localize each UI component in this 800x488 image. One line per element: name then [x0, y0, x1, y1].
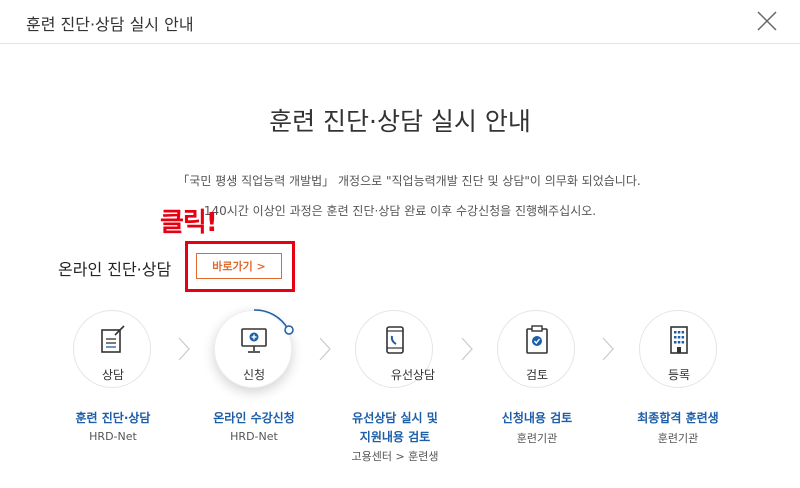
step-label: 등록	[667, 368, 691, 382]
description-line-2: 140시간 이상인 과정은 훈련 진단·상담 완료 이후 수강신청을 진행해주십…	[203, 204, 597, 218]
chevron-right-icon	[319, 337, 331, 361]
step-subtitle: 훈련기관	[657, 432, 699, 445]
close-icon[interactable]	[756, 10, 778, 32]
chevron-right-icon	[461, 337, 473, 361]
step-title-line-2: 지원내용 검토	[359, 430, 431, 444]
go-button[interactable]: 바로가기 >	[196, 253, 282, 279]
step-title: 신청내용 검토	[501, 411, 573, 425]
progress-arc	[253, 309, 294, 335]
step-title: 온라인 수강신청	[213, 411, 295, 425]
step-title: 유선상담 실시 및	[352, 411, 438, 425]
step-circle-consult: 상담	[73, 310, 151, 388]
step-label: 유선상담	[390, 368, 436, 382]
modal-title: 훈련 진단·상담 실시 안내	[26, 15, 194, 34]
step-circle-register: 등록	[639, 310, 717, 388]
chevron-right-icon	[178, 337, 190, 361]
building-icon	[670, 326, 688, 354]
chevron-right-icon	[602, 337, 614, 361]
page-title: 훈련 진단·상담 실시 안내	[269, 107, 531, 136]
description-line-1: 「국민 평생 직업능력 개발법」 개정으로 "직업능력개발 진단 및 상담"이 …	[177, 174, 641, 188]
step-subtitle: HRD-Net	[230, 430, 278, 443]
online-consult-label: 온라인 진단·상담	[58, 260, 172, 279]
step-subtitle: 훈련기관	[516, 432, 558, 445]
clipboard-check-icon	[526, 325, 548, 354]
step-subtitle: HRD-Net	[89, 430, 137, 443]
step-label: 신청	[242, 368, 266, 382]
step-circle-phone: 유선상담	[355, 310, 435, 388]
document-edit-icon	[101, 325, 125, 353]
phone-icon	[386, 326, 404, 354]
step-title: 훈련 진단·상담	[75, 411, 151, 425]
click-annotation: 클릭!	[160, 208, 218, 238]
step-circle-review: 검토	[497, 310, 575, 388]
step-title: 최종합격 훈련생	[637, 411, 719, 425]
step-label: 검토	[525, 368, 549, 382]
step-subtitle: 고용센터 > 훈련생	[351, 450, 439, 463]
modal-header: 훈련 진단·상담 실시 안내	[0, 0, 800, 44]
step-label: 상담	[101, 368, 125, 382]
